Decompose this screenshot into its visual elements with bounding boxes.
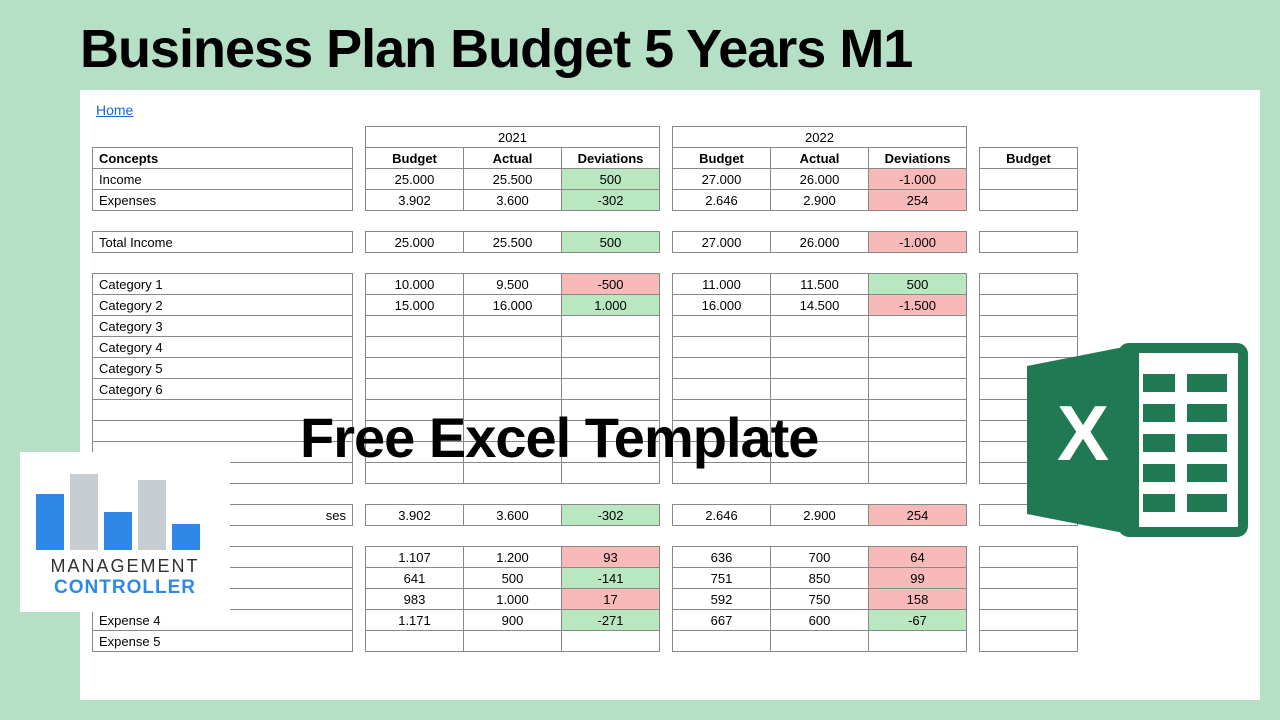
svg-text:X: X — [1057, 389, 1109, 477]
row-category-5: Category 5 — [93, 358, 1078, 379]
page-title: Business Plan Budget 5 Years M1 — [0, 0, 1280, 90]
col-actual-y2: Actual — [771, 148, 869, 169]
row-expense-4: Expense 41.171900-271667600-67 — [93, 610, 1078, 631]
home-link[interactable]: Home — [92, 98, 137, 126]
col-concepts: Concepts — [93, 148, 353, 169]
row-category-6: Category 6 — [93, 379, 1078, 400]
col-budget-y3: Budget — [980, 148, 1078, 169]
row-expenses: Expenses 3.902 3.600 -302 2.646 2.900 25… — [93, 190, 1078, 211]
col-budget-y2: Budget — [673, 148, 771, 169]
row-expense-3: Expense 39831.00017592750158 — [93, 589, 1078, 610]
logo-text-1: MANAGEMENT — [28, 556, 222, 577]
year-header-2022: 2022 — [673, 127, 967, 148]
row-category-1: Category 1 10.000 9.500 -500 11.000 11.5… — [93, 274, 1078, 295]
row-expense-2: Expense 2641500-14175185099 — [93, 568, 1078, 589]
row-category-2: Category 2 15.000 16.000 1.000 16.000 14… — [93, 295, 1078, 316]
col-actual-y1: Actual — [464, 148, 562, 169]
col-dev-y1: Deviations — [562, 148, 660, 169]
logo-text-2: CONTROLLER — [28, 577, 222, 599]
management-controller-logo: MANAGEMENT CONTROLLER — [20, 452, 230, 612]
logo-bars-icon — [28, 462, 222, 550]
row-expenses-total: ses 3.902 3.600 -302 2.646 2.900 254 — [93, 505, 1078, 526]
row-category-4: Category 4 — [93, 337, 1078, 358]
row-total-income: Total Income 25.000 25.500 500 27.000 26… — [93, 232, 1078, 253]
year-header-2021: 2021 — [366, 127, 660, 148]
col-dev-y2: Deviations — [869, 148, 967, 169]
excel-icon: X — [1015, 330, 1255, 550]
col-budget-y1: Budget — [366, 148, 464, 169]
row-expense-1: Expense 11.1071.2009363670064 — [93, 547, 1078, 568]
row-income: Income 25.000 25.500 500 27.000 26.000 -… — [93, 169, 1078, 190]
budget-table: 2021 2022 Concepts Budget Actual Deviati… — [92, 126, 1078, 652]
row-category-3: Category 3 — [93, 316, 1078, 337]
row-expense-5: Expense 5 — [93, 631, 1078, 652]
